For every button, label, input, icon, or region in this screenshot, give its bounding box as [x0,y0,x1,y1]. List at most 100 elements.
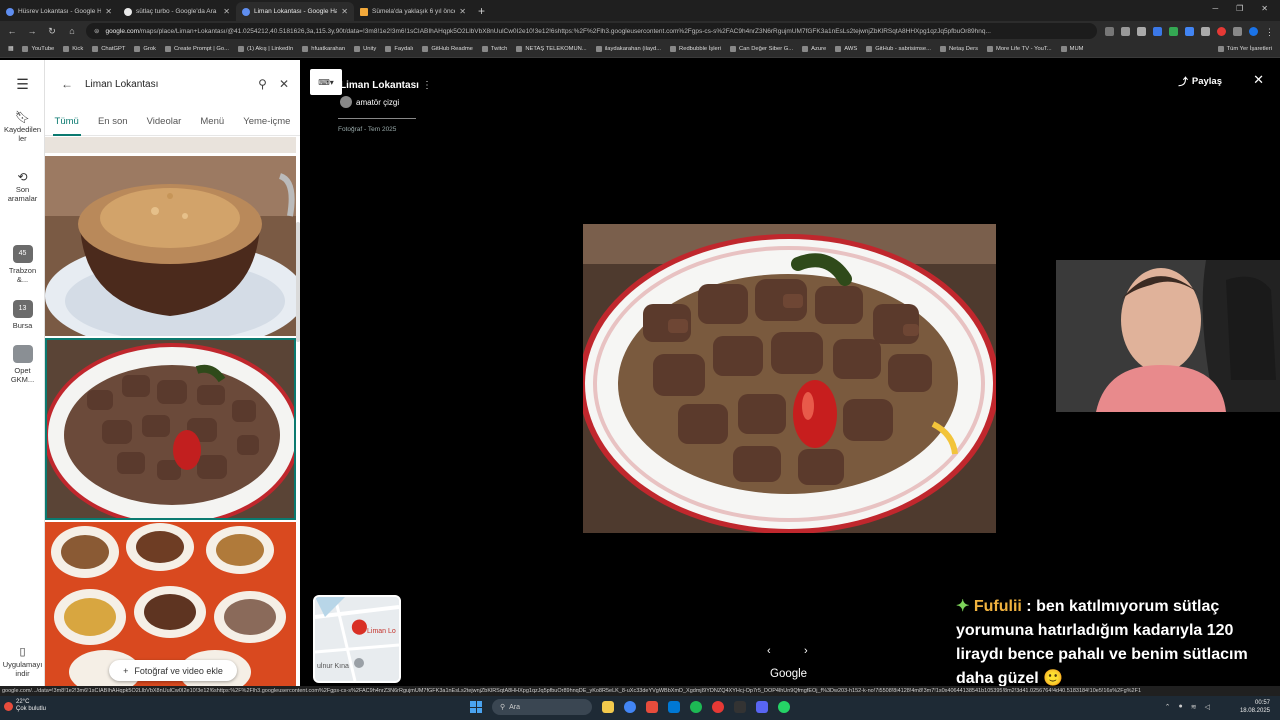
tab-menu[interactable]: Menü [200,112,224,135]
add-photo-button[interactable]: + Fotoğraf ve video ekle [109,660,237,681]
bookmark-item[interactable]: More Life TV - YouT... [986,46,1052,52]
mini-map[interactable]: ⬤ Liman Lo ulnur Kına [313,595,401,683]
bookmark-item[interactable]: Netaş Ders [939,46,978,52]
bookmark-item[interactable]: Faydalı [385,46,413,52]
rail-recent[interactable]: ⟲ Son aramalar [0,170,45,204]
browser-menu-icon[interactable]: ⋮ [1265,27,1274,37]
forward-icon[interactable]: → [26,26,38,36]
new-tab-button[interactable]: + [478,4,485,18]
volume-icon[interactable]: ◁ [1205,703,1210,711]
whatsapp-icon[interactable] [778,701,790,713]
reload-icon[interactable]: ↻ [46,26,58,37]
share-button[interactable]: ⤴ Paylaş [1178,74,1222,89]
extension-icon[interactable] [1153,26,1162,36]
home-icon[interactable]: ⌂ [66,26,78,36]
zoom-icon[interactable] [1121,26,1130,36]
close-tab-icon[interactable]: ✕ [459,7,466,16]
rail-list-opet[interactable]: Opet GKM... [0,345,45,385]
author[interactable]: amatör çizgi [340,96,399,108]
browser-tab[interactable]: Sümela'da yaklaşık 6 yıl önce b ✕ [354,2,472,21]
chevron-up-icon[interactable]: ⌃ [1165,703,1171,711]
photo-thumbnail-sutlac[interactable] [45,156,296,336]
site-info-icon[interactable]: ⊜ [94,27,99,35]
bookmark-item[interactable]: Kick [63,46,83,52]
search-input[interactable]: Liman Lokantası [85,79,246,90]
browser-tab[interactable]: Hüsrev Lokantası - Google Har ✕ [0,2,118,21]
bookmark-item[interactable]: GitHub - sabrisimse... [866,46,931,52]
clock[interactable]: 00:57 18.08.2025 [1240,700,1270,716]
app-icon[interactable] [734,701,746,713]
record-icon[interactable] [1217,26,1226,36]
rail-saved[interactable]: 🔖︎ Kaydedilenler [0,110,45,144]
tab-latest[interactable]: En son [98,112,128,135]
bookmark-item[interactable]: Grok [134,46,156,52]
bookmark-item[interactable]: Azure [802,46,826,52]
back-arrow-icon[interactable]: ← [61,77,73,91]
close-tab-icon[interactable]: ✕ [223,7,230,16]
bookmark-item[interactable]: Create Prompt | Go... [164,46,229,52]
all-bookmarks-button[interactable]: Tüm Yer İşaretleri [1217,46,1272,52]
next-photo-icon[interactable]: › [804,645,808,657]
browser-tab[interactable]: sütlaç turbo - Google'da Ara ✕ [118,2,236,21]
close-icon[interactable]: ✕ [279,77,289,91]
mic-icon[interactable]: ● [1179,703,1183,711]
bookmark-item[interactable]: Twitch [481,46,507,52]
bookmark-item[interactable]: AWS [835,46,857,52]
chrome-icon[interactable] [624,701,636,713]
tab-food-drink[interactable]: Yeme-içme [243,112,290,135]
sidepanel-icon[interactable] [1233,26,1242,36]
rail-list-bursa[interactable]: 13 Bursa [0,300,45,330]
photo-thumbnail[interactable] [45,137,296,153]
back-icon[interactable]: ← [6,26,18,36]
weather-widget[interactable]: 22°C Çok bulutlu [4,699,46,713]
main-photo[interactable] [583,224,996,533]
install-icon[interactable] [1105,26,1114,36]
bookmark-item[interactable]: hfuatkarahan [302,46,345,52]
close-tab-icon[interactable]: ✕ [341,7,348,16]
bookmark-item[interactable]: NETAŞ TELEKOMUN... [516,46,587,52]
previous-photo-icon[interactable]: ‹ [767,645,771,657]
spotify-icon[interactable] [690,701,702,713]
photo-thumbnail-selected[interactable] [45,338,296,520]
search-icon[interactable]: ⚲ [258,77,267,91]
url-field[interactable]: ⊜ google.com/maps/place/Liman+Lokantası/… [86,23,1097,39]
rail-list-trabzon[interactable]: 45 Trabzon &... [0,245,45,285]
bookmark-item[interactable]: ilaydakarahan (ilayd... [595,46,661,52]
close-viewer-icon[interactable]: ✕ [1253,72,1264,88]
bookmark-item[interactable]: Can Değer Siber G... [729,46,793,52]
bookmark-item[interactable]: GitHub Readme [422,46,473,52]
outlook-icon[interactable] [668,701,680,713]
bookmark-item[interactable]: ChatGPT [92,46,125,52]
tab-all[interactable]: Tümü [52,112,82,136]
place-name[interactable]: Liman Lokantası [340,80,419,91]
bookmark-item[interactable]: (1) Akış | LinkedIn [237,46,293,52]
obs-icon[interactable] [712,701,724,713]
extension-icon[interactable] [1169,26,1178,36]
taskbar-search[interactable]: ⚲ Ara [492,699,592,715]
list-thumbnail [12,345,33,363]
file-explorer-icon[interactable] [602,701,614,713]
more-options-icon[interactable]: ⋮ [422,80,432,91]
bookmark-item[interactable]: YouTube [22,46,54,52]
rail-get-app[interactable]: ▯ Uygulamayı indir [0,646,45,679]
maximize-icon[interactable]: ❐ [1236,4,1243,13]
extension-icon[interactable] [1185,26,1194,36]
keyboard-icon[interactable]: ⌨︎▾ [310,69,342,95]
discord-icon[interactable] [756,701,768,713]
wifi-icon[interactable]: ≋ [1191,703,1197,711]
bookmark-item[interactable]: Redbubble İşleri [670,46,721,52]
puzzle-extensions-icon[interactable] [1201,26,1210,36]
tab-videos[interactable]: Videolar [147,112,182,135]
bookmark-item[interactable]: MUM [1060,46,1083,52]
windows-start-icon[interactable] [470,701,482,713]
close-tab-icon[interactable]: ✕ [105,7,112,16]
minimize-icon[interactable]: ─ [1212,4,1218,13]
browser-tab-active[interactable]: Liman Lokantası - Google Har ✕ [236,2,354,21]
close-window-icon[interactable]: ✕ [1261,4,1268,13]
apps-grid-icon[interactable]: ▦ [8,46,13,52]
hamburger-menu-icon[interactable]: ☰ [0,76,45,94]
profile-avatar[interactable] [1249,26,1258,36]
brave-icon[interactable] [646,701,658,713]
bookmark-item[interactable]: Unity [354,46,376,52]
bookmark-star-icon[interactable] [1137,26,1146,36]
